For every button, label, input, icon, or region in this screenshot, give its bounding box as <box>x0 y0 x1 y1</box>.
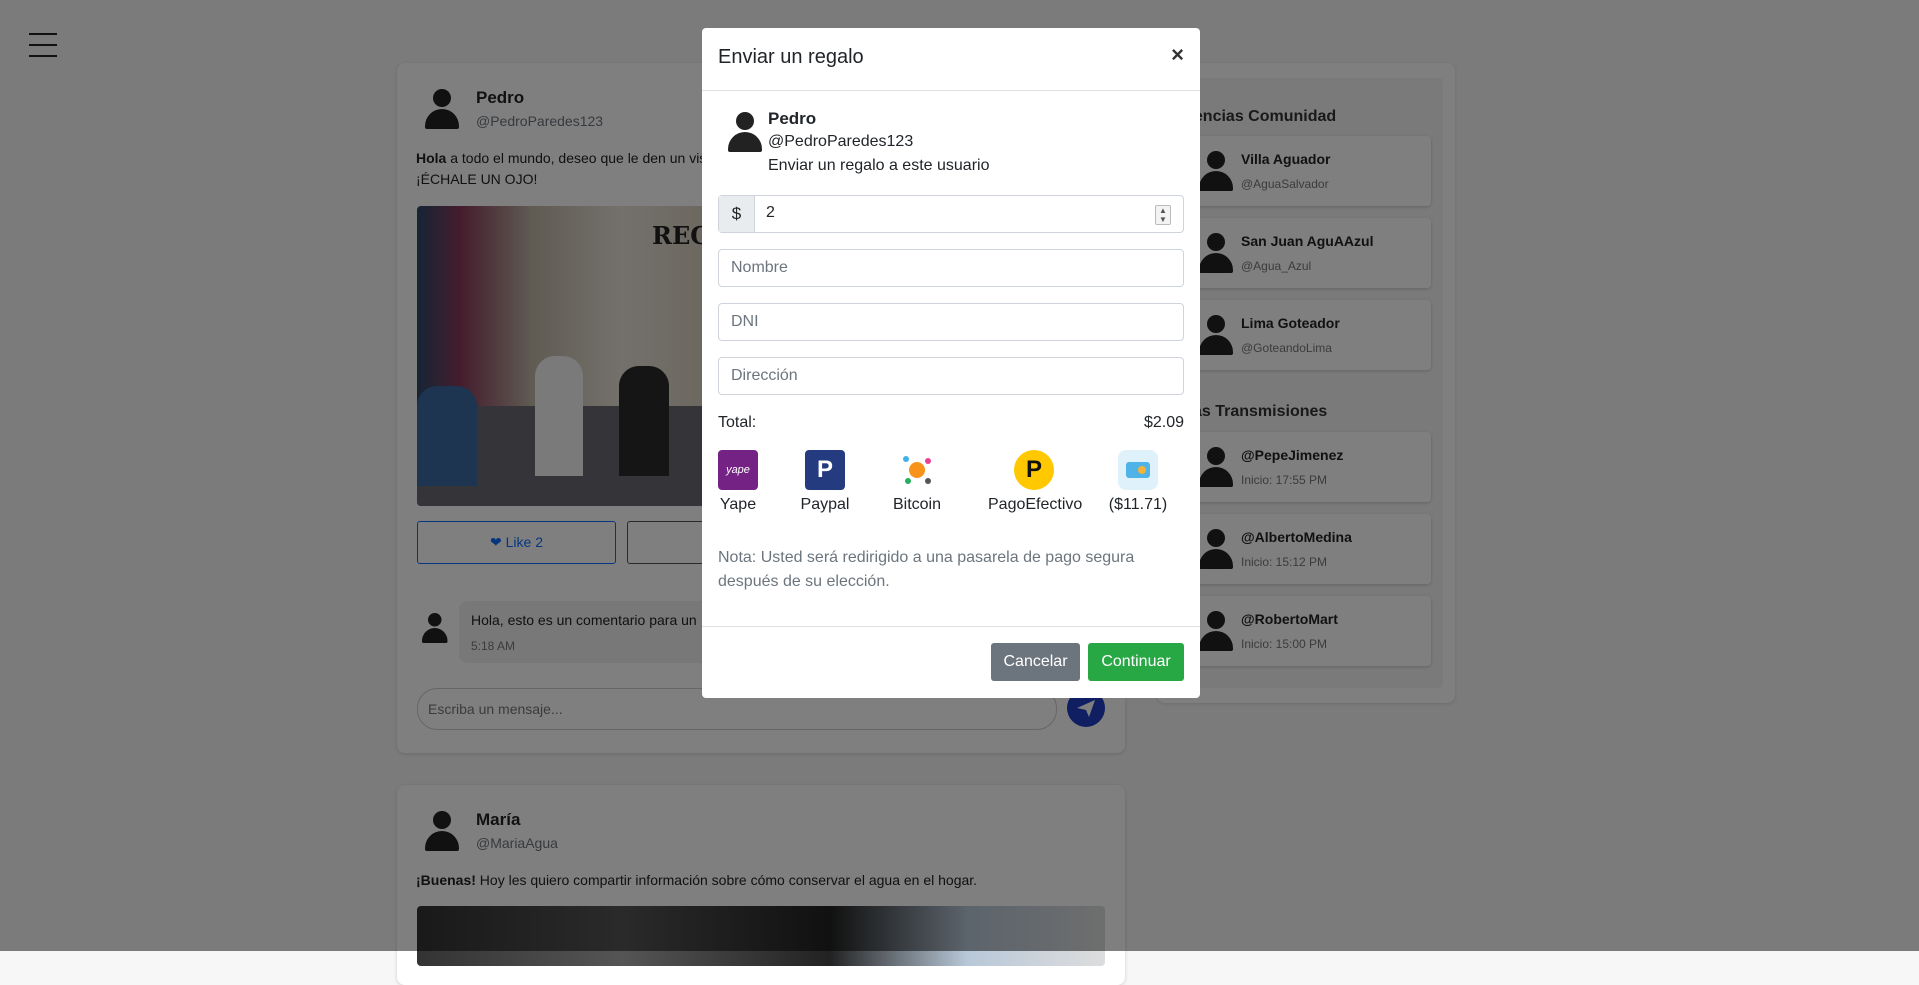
dni-field[interactable]: DNI <box>718 303 1184 341</box>
number-spinner[interactable]: ▲ ▼ <box>1155 205 1171 225</box>
name-field[interactable]: Nombre <box>718 249 1184 287</box>
payment-card[interactable]: ($11.71) <box>1108 450 1168 514</box>
payment-bitcoin[interactable]: Bitcoin <box>892 450 942 514</box>
payment-paypal[interactable]: P Paypal <box>800 450 850 514</box>
continue-button[interactable]: Continuar <box>1088 643 1184 681</box>
modal-header: Enviar un regalo × <box>702 28 1200 91</box>
modal-footer: Cancelar Continuar <box>702 626 1200 698</box>
yape-icon: yape <box>718 450 758 490</box>
modal-subtitle: Enviar un regalo a este usuario <box>768 157 990 174</box>
modal-title: Enviar un regalo <box>718 46 864 68</box>
address-field[interactable]: Dirección <box>718 357 1184 395</box>
amount-input[interactable]: $ 2 ▲ ▼ <box>718 195 1184 233</box>
close-button[interactable]: × <box>1171 42 1184 68</box>
recipient-name: Pedro <box>768 109 817 128</box>
payment-pagoefectivo[interactable]: P PagoEfectivo <box>988 450 1082 514</box>
paypal-icon: P <box>805 450 845 490</box>
total-label: Total: <box>718 414 757 431</box>
gift-modal: Enviar un regalo × Pedro @PedroParedes12… <box>702 28 1200 698</box>
payment-note: Nota: Usted será redirigido a una pasare… <box>718 549 1135 590</box>
payment-yape[interactable]: yape Yape <box>718 450 758 514</box>
recipient-handle: @PedroParedes123 <box>768 133 914 150</box>
bitcoin-icon <box>897 450 937 490</box>
card-wallet-icon <box>1118 450 1158 490</box>
pagoefectivo-icon: P <box>1014 450 1054 490</box>
cancel-button[interactable]: Cancelar <box>991 643 1080 681</box>
currency-prefix: $ <box>719 196 755 232</box>
total-value: $2.09 <box>1143 414 1184 431</box>
avatar <box>728 112 762 152</box>
amount-value: 2 <box>766 204 775 221</box>
